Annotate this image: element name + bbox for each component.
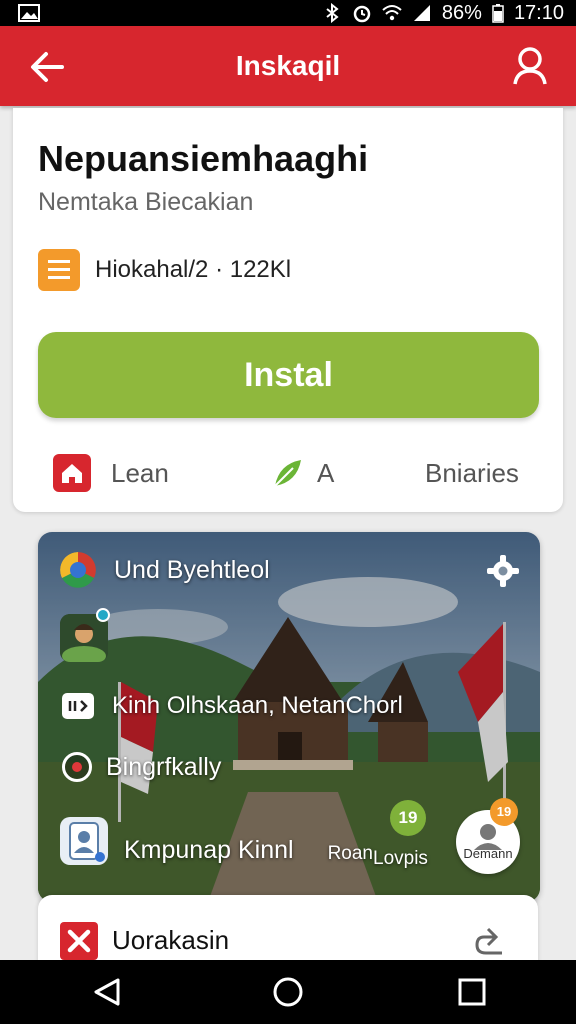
location-chip-icon [62, 693, 94, 719]
close-box-icon [60, 922, 98, 960]
alarm-icon [353, 5, 371, 23]
nav-recents-icon[interactable] [456, 976, 488, 1008]
tab-label: Lean [111, 457, 169, 488]
wifi-icon [382, 5, 402, 21]
battery-percent: 86% [441, 1, 482, 24]
system-nav-bar [0, 960, 576, 1024]
location-text: Kinh Olhskaan, NetanChorl [112, 692, 403, 719]
online-dot [96, 608, 110, 622]
fab-badge: 19 [490, 798, 518, 826]
clock: 17:10 [513, 1, 564, 24]
house-icon [53, 454, 91, 492]
profile-row: Kmpunap Kinnl Roan [60, 817, 373, 865]
app-info-card: Nepuansiemhaaghi Nemtaka Biecakian Hioka… [13, 108, 563, 512]
tab-a[interactable]: A [271, 443, 334, 503]
return-arrow-icon[interactable] [474, 923, 510, 959]
document-icon [38, 249, 80, 291]
app-bar: Inskaqil [0, 26, 576, 106]
nav-back-icon[interactable] [92, 976, 124, 1008]
leaf-icon [274, 460, 301, 487]
gallery-icon [18, 4, 40, 22]
feature-title: Und Byehtleol [114, 555, 270, 584]
feature-card[interactable]: Und Byehtleol Kinh Olhskaan, NetanChorl … [38, 532, 540, 902]
location-row: Kinh Olhskaan, NetanChorl [62, 692, 403, 720]
detail-row: Bingrfkally [62, 752, 221, 782]
fab-label: Demann [463, 846, 513, 861]
feature-header: Und Byehtleol [60, 552, 270, 588]
account-icon[interactable] [512, 46, 548, 86]
profile-name: Kmpunap Kinnl [124, 836, 294, 864]
install-button[interactable]: Instal [38, 332, 539, 418]
app-bar-title: Inskaqil [235, 50, 341, 81]
status-bar: 86% 17:10 [0, 0, 576, 26]
gear-icon[interactable] [486, 554, 520, 588]
bluetooth-icon [326, 3, 339, 23]
app-logo-icon [60, 552, 96, 588]
record-icon [62, 752, 92, 782]
tab-row: Lean A Bniaries [13, 443, 563, 503]
app-meta: Hiokahal/2 · 122Kl [95, 256, 292, 283]
tab-lean[interactable]: Lean [53, 443, 169, 503]
app-developer: Nemtaka Biecakian [38, 188, 254, 216]
secondary-label: Lovpis [373, 848, 428, 869]
detail-label: Bingrfkally [106, 752, 222, 781]
tab-bniaries[interactable]: Bniaries [425, 443, 519, 503]
tab-label: A [317, 457, 335, 488]
app-name: Nepuansiemhaaghi [38, 138, 369, 179]
nav-home-icon[interactable] [272, 976, 304, 1008]
battery-icon [492, 4, 504, 23]
signal-icon [413, 5, 430, 21]
count-badge: 19 [390, 800, 426, 836]
small-label: Roan [327, 843, 373, 864]
tab-label: Bniaries [425, 457, 519, 488]
bottom-card-label: Uorakasin [112, 925, 230, 955]
profile-icon[interactable] [60, 817, 108, 865]
